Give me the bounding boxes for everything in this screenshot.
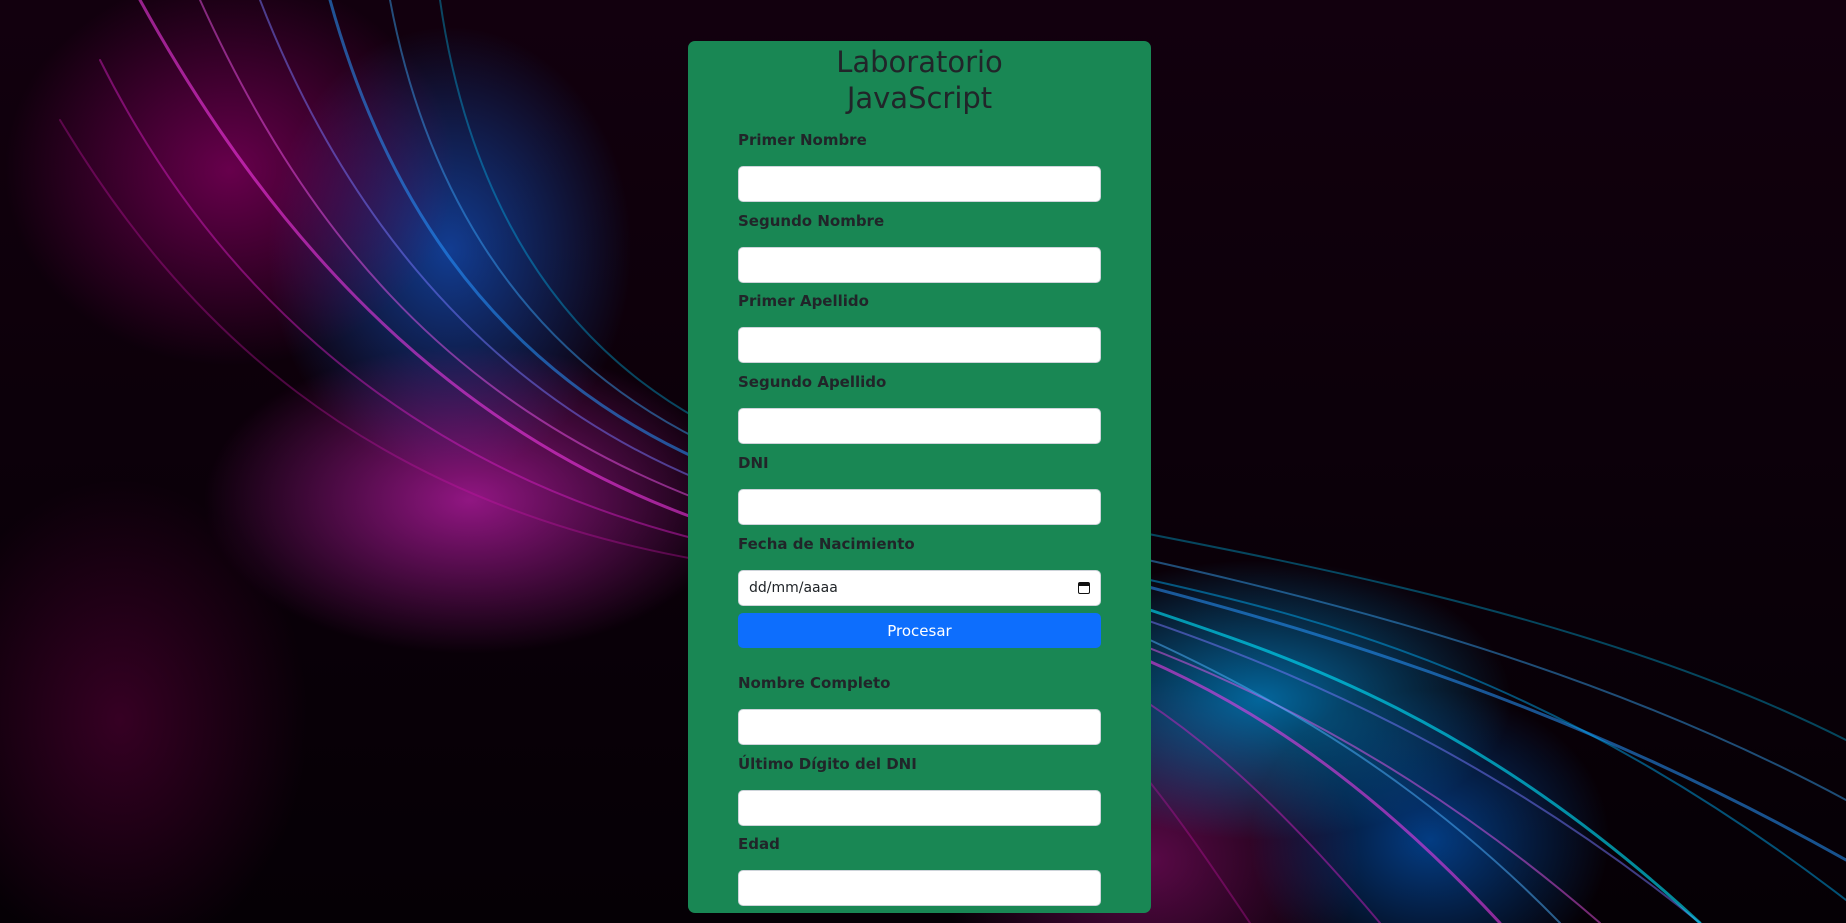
dni-input[interactable] <box>738 489 1101 525</box>
field-segundo-apellido: Segundo Apellido <box>738 372 1101 444</box>
field-edad: Edad <box>738 834 1101 906</box>
nombre-completo-label: Nombre Completo <box>738 674 891 692</box>
date-placeholder: dd/mm/aaaa <box>749 580 838 596</box>
primer-apellido-input[interactable] <box>738 327 1101 363</box>
fecha-nacimiento-label: Fecha de Nacimiento <box>738 535 915 553</box>
primer-apellido-label: Primer Apellido <box>738 292 869 310</box>
field-segundo-nombre: Segundo Nombre <box>738 211 1101 283</box>
dni-label: DNI <box>738 454 769 472</box>
ultimo-digito-dni-label: Último Dígito del DNI <box>738 755 917 773</box>
primer-nombre-input[interactable] <box>738 166 1101 202</box>
field-primer-apellido: Primer Apellido <box>738 291 1101 363</box>
edad-label: Edad <box>738 835 780 853</box>
primer-nombre-label: Primer Nombre <box>738 131 867 149</box>
field-primer-nombre: Primer Nombre <box>738 130 1101 202</box>
form-card: Laboratorio JavaScript Primer Nombre Seg… <box>688 41 1151 913</box>
edad-output[interactable] <box>738 870 1101 906</box>
page-title: Laboratorio JavaScript <box>688 41 1151 116</box>
field-nombre-completo: Nombre Completo <box>738 673 1101 745</box>
segundo-nombre-label: Segundo Nombre <box>738 212 885 230</box>
ultimo-digito-dni-output[interactable] <box>738 790 1101 826</box>
field-dni: DNI <box>738 453 1101 525</box>
segundo-nombre-input[interactable] <box>738 247 1101 283</box>
segundo-apellido-label: Segundo Apellido <box>738 373 887 391</box>
title-line-1: Laboratorio <box>836 45 1003 79</box>
procesar-button[interactable]: Procesar <box>738 613 1101 648</box>
nombre-completo-output[interactable] <box>738 709 1101 745</box>
title-line-2: JavaScript <box>846 81 993 115</box>
segundo-apellido-input[interactable] <box>738 408 1101 444</box>
field-fecha-nacimiento: Fecha de Nacimiento dd/mm/aaaa <box>738 534 1101 606</box>
field-ultimo-digito-dni: Último Dígito del DNI <box>738 754 1101 826</box>
calendar-icon[interactable] <box>1078 582 1090 594</box>
fecha-nacimiento-input[interactable]: dd/mm/aaaa <box>738 570 1101 606</box>
